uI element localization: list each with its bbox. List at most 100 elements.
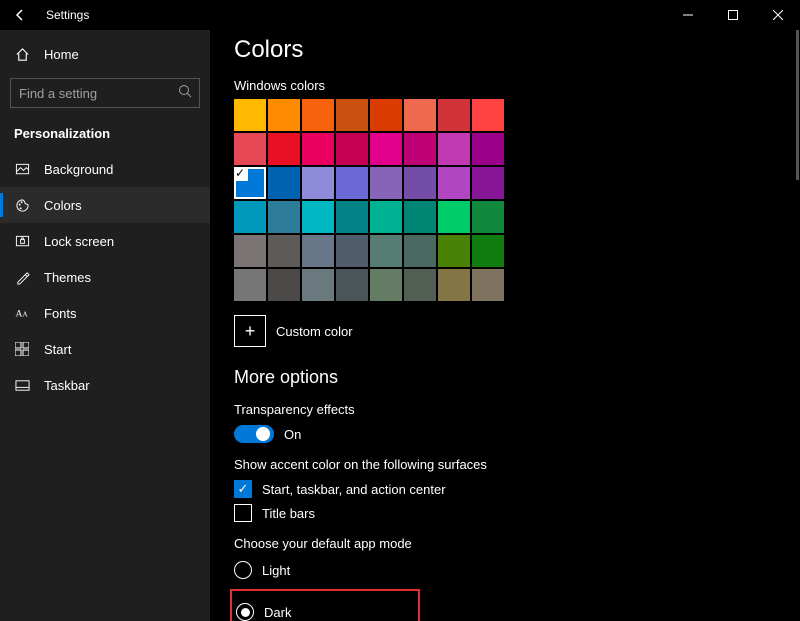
fonts-icon: AA xyxy=(14,305,30,321)
radio-label: Dark xyxy=(264,605,291,620)
scrollbar[interactable] xyxy=(796,30,799,180)
color-swatch[interactable] xyxy=(404,201,436,233)
sidebar-item-colors[interactable]: Colors xyxy=(0,187,210,223)
color-swatch[interactable] xyxy=(370,133,402,165)
svg-text:A: A xyxy=(22,311,27,319)
color-swatch[interactable] xyxy=(268,235,300,267)
color-swatch[interactable] xyxy=(472,133,504,165)
color-swatch[interactable] xyxy=(302,201,334,233)
color-swatch[interactable] xyxy=(336,235,368,267)
custom-color-button[interactable]: + Custom color xyxy=(234,315,800,347)
color-swatch[interactable] xyxy=(370,269,402,301)
color-swatch[interactable] xyxy=(268,99,300,131)
color-swatch[interactable] xyxy=(404,99,436,131)
color-swatch[interactable] xyxy=(268,201,300,233)
checkbox-icon: ✓ xyxy=(234,480,252,498)
transparency-state: On xyxy=(284,427,301,442)
color-swatch[interactable] xyxy=(472,201,504,233)
home-icon xyxy=(14,47,30,62)
color-swatch[interactable] xyxy=(302,133,334,165)
transparency-toggle[interactable] xyxy=(234,425,274,443)
color-swatch[interactable] xyxy=(302,167,334,199)
color-swatch[interactable] xyxy=(302,235,334,267)
themes-icon xyxy=(14,269,30,285)
accent-surfaces-label: Show accent color on the following surfa… xyxy=(234,457,800,472)
plus-icon: + xyxy=(234,315,266,347)
background-icon xyxy=(14,161,30,177)
color-swatch[interactable] xyxy=(336,133,368,165)
color-swatch[interactable] xyxy=(404,167,436,199)
color-swatch[interactable] xyxy=(336,99,368,131)
color-swatch[interactable]: ✓ xyxy=(234,167,266,199)
close-button[interactable] xyxy=(755,0,800,30)
color-swatch[interactable] xyxy=(404,235,436,267)
color-swatch[interactable] xyxy=(234,201,266,233)
color-swatch[interactable] xyxy=(472,269,504,301)
color-swatch[interactable] xyxy=(336,167,368,199)
color-swatch[interactable] xyxy=(404,133,436,165)
color-swatch[interactable] xyxy=(472,167,504,199)
color-swatch[interactable] xyxy=(268,269,300,301)
color-swatch[interactable] xyxy=(234,269,266,301)
sidebar-item-label: Themes xyxy=(44,270,91,285)
page-title: Colors xyxy=(234,36,800,64)
swatch-heading: Windows colors xyxy=(234,78,800,93)
sidebar-item-fonts[interactable]: AA Fonts xyxy=(0,295,210,331)
color-swatch[interactable] xyxy=(438,167,470,199)
sidebar-item-background[interactable]: Background xyxy=(0,151,210,187)
color-swatch[interactable] xyxy=(472,99,504,131)
color-swatch[interactable] xyxy=(268,133,300,165)
sidebar-item-label: Background xyxy=(44,162,113,177)
color-swatch[interactable] xyxy=(336,201,368,233)
custom-color-label: Custom color xyxy=(276,324,353,339)
color-swatch[interactable] xyxy=(268,167,300,199)
nav-home-label: Home xyxy=(44,47,79,62)
sidebar-item-taskbar[interactable]: Taskbar xyxy=(0,367,210,403)
checkbox-label: Title bars xyxy=(262,506,315,521)
color-swatch[interactable] xyxy=(302,99,334,131)
radio-light[interactable]: Light xyxy=(234,559,800,581)
color-swatch[interactable] xyxy=(404,269,436,301)
search-input[interactable] xyxy=(10,78,200,108)
back-button[interactable] xyxy=(8,3,32,27)
color-swatch[interactable] xyxy=(234,133,266,165)
checkbox-titlebars[interactable]: Title bars xyxy=(234,504,800,522)
color-swatch[interactable] xyxy=(370,235,402,267)
color-swatch[interactable] xyxy=(234,99,266,131)
color-swatch[interactable] xyxy=(438,99,470,131)
sidebar-item-label: Colors xyxy=(44,198,82,213)
color-palette: ✓ xyxy=(234,99,504,301)
radio-icon xyxy=(236,603,254,621)
sidebar-item-label: Taskbar xyxy=(44,378,90,393)
color-swatch[interactable] xyxy=(438,133,470,165)
sidebar-item-themes[interactable]: Themes xyxy=(0,259,210,295)
color-swatch[interactable] xyxy=(438,201,470,233)
radio-label: Light xyxy=(262,563,290,578)
checkbox-icon xyxy=(234,504,252,522)
sidebar-item-lockscreen[interactable]: Lock screen xyxy=(0,223,210,259)
highlight-annotation: Dark xyxy=(230,589,420,621)
sidebar: Home Personalization Background Colors L… xyxy=(0,30,210,621)
color-swatch[interactable] xyxy=(370,201,402,233)
radio-dark[interactable]: Dark xyxy=(236,601,414,621)
colors-icon xyxy=(14,197,30,213)
sidebar-item-start[interactable]: Start xyxy=(0,331,210,367)
nav-home[interactable]: Home xyxy=(0,36,210,72)
color-swatch[interactable] xyxy=(438,269,470,301)
maximize-button[interactable] xyxy=(710,0,755,30)
window-title: Settings xyxy=(46,8,89,22)
svg-text:A: A xyxy=(15,309,22,320)
content-area: Colors Windows colors ✓ + Custom color M… xyxy=(210,30,800,621)
color-swatch[interactable] xyxy=(370,99,402,131)
color-swatch[interactable] xyxy=(302,269,334,301)
start-icon xyxy=(14,341,30,357)
color-swatch[interactable] xyxy=(472,235,504,267)
minimize-button[interactable] xyxy=(665,0,710,30)
color-swatch[interactable] xyxy=(438,235,470,267)
sidebar-item-label: Start xyxy=(44,342,71,357)
color-swatch[interactable] xyxy=(370,167,402,199)
color-swatch[interactable] xyxy=(336,269,368,301)
radio-icon xyxy=(234,561,252,579)
color-swatch[interactable] xyxy=(234,235,266,267)
checkbox-start-taskbar[interactable]: ✓ Start, taskbar, and action center xyxy=(234,480,800,498)
